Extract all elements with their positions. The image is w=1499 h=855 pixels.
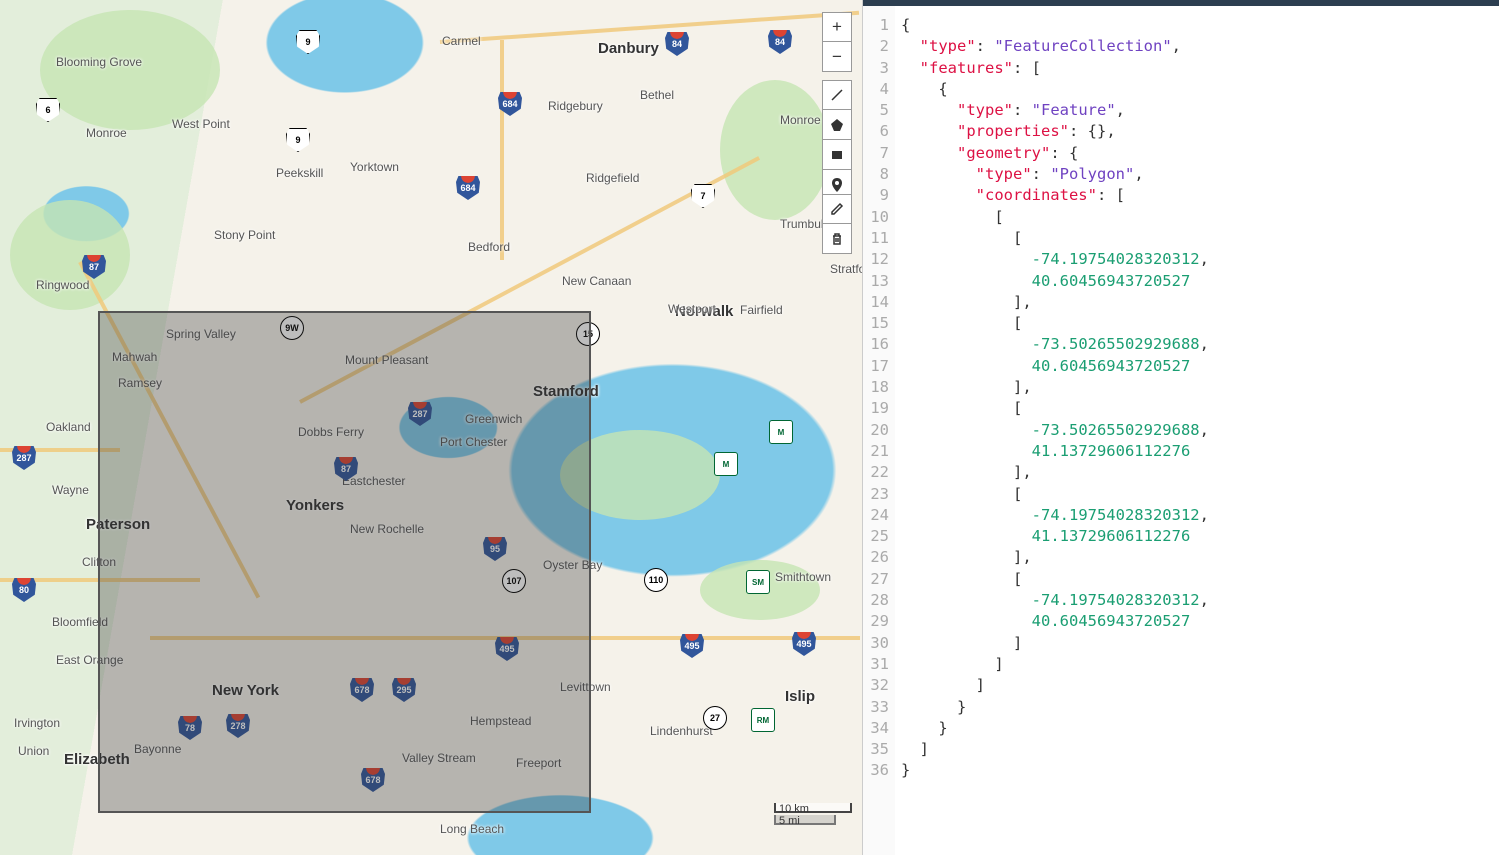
edit-toolbar <box>822 194 852 254</box>
draw-rectangle-button[interactable] <box>822 140 852 170</box>
editor-tab-bar <box>863 0 1499 6</box>
park-area <box>40 10 220 130</box>
edit-layers-button[interactable] <box>822 194 852 224</box>
edit-icon <box>829 201 845 217</box>
draw-polygon-button[interactable] <box>822 110 852 140</box>
geojson-code[interactable]: { "type": "FeatureCollection", "features… <box>895 0 1499 855</box>
draw-line-button[interactable] <box>822 80 852 110</box>
park-area <box>10 200 130 310</box>
rectangle-icon <box>829 147 845 163</box>
draw-toolbar <box>822 80 852 200</box>
scale-mi-label: 5 mi <box>779 815 800 827</box>
line-number-gutter: 1234567891011121314151617181920212223242… <box>863 0 895 855</box>
trash-icon <box>829 231 845 247</box>
drawn-rectangle[interactable] <box>98 311 591 813</box>
polygon-icon <box>829 117 845 133</box>
delete-layers-button[interactable] <box>822 224 852 254</box>
code-editor[interactable]: 1234567891011121314151617181920212223242… <box>862 0 1499 855</box>
zoom-in-button[interactable]: + <box>822 12 852 42</box>
park-area <box>720 80 830 220</box>
zoom-controls: + − <box>822 12 852 72</box>
map-pane[interactable]: New YorkYonkersStamfordPatersonElizabeth… <box>0 0 862 855</box>
park-area <box>700 560 820 620</box>
scale-km-label: 10 km <box>779 803 809 815</box>
zoom-out-button[interactable]: − <box>822 42 852 72</box>
line-icon <box>829 87 845 103</box>
marker-icon <box>829 177 845 193</box>
road <box>500 40 504 260</box>
scale-bar: 10 km 5 mi <box>774 801 852 825</box>
